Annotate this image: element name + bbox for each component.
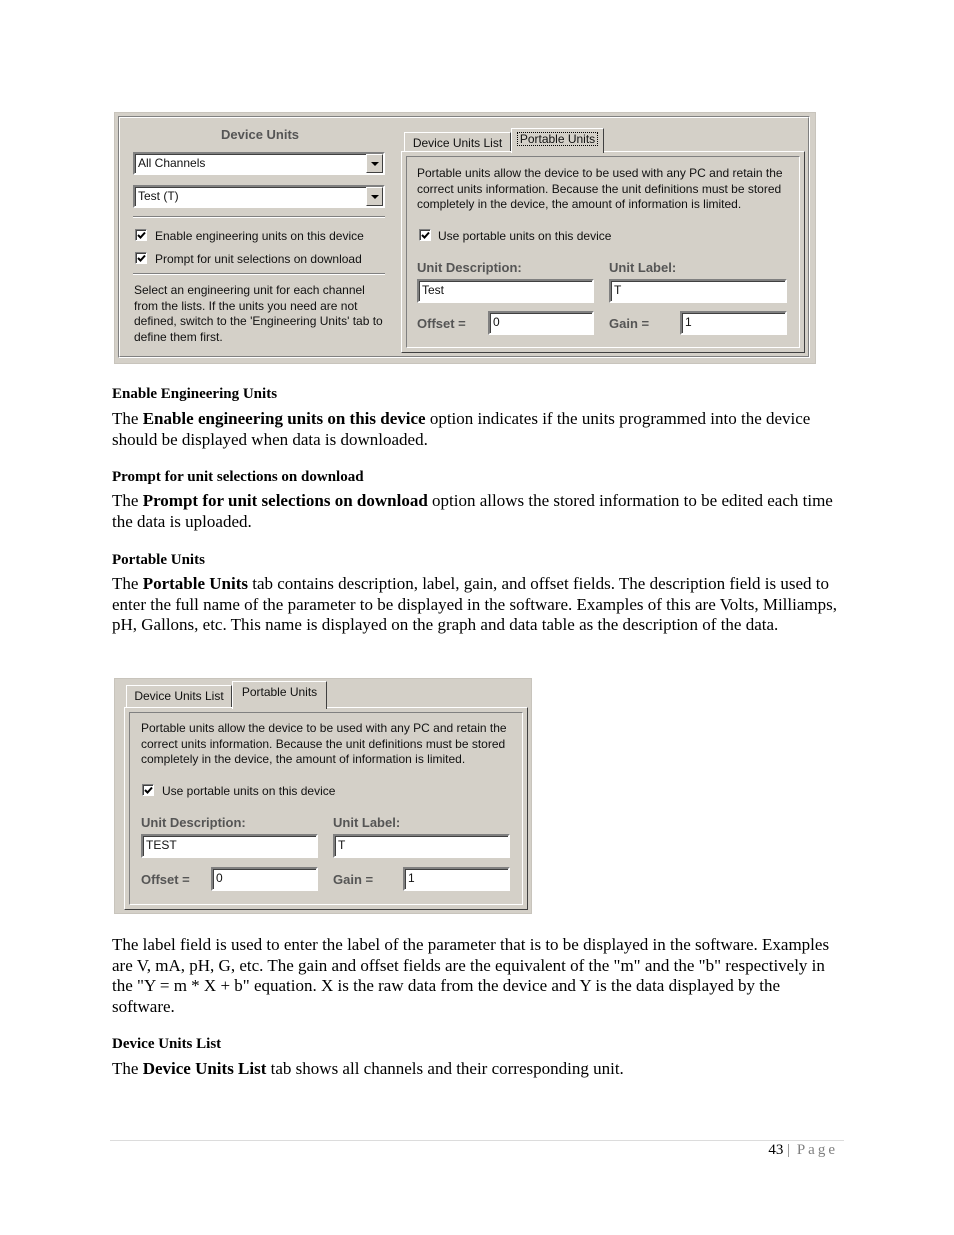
unit-label-input[interactable]: T xyxy=(333,834,510,858)
help-text: Select an engineering unit for each chan… xyxy=(134,283,383,344)
portable-units-screenshot: Device Units List Portable Units Portabl… xyxy=(114,678,532,914)
text: The xyxy=(112,574,143,593)
use-portable-checkbox[interactable] xyxy=(142,784,154,796)
bold-term: Enable engineering units on this device xyxy=(142,409,426,428)
tab-portable-units[interactable]: Portable Units xyxy=(232,681,327,709)
checkmark-icon xyxy=(137,254,146,262)
footer-separator: | xyxy=(787,1142,794,1158)
prompt-units-label[interactable]: Prompt for unit selections on download xyxy=(155,252,362,266)
tab-portable-units[interactable]: Portable Units xyxy=(511,128,604,153)
use-portable-label[interactable]: Use portable units on this device xyxy=(438,229,611,243)
tab-device-units-list[interactable]: Device Units List xyxy=(404,132,511,152)
offset-input[interactable]: 0 xyxy=(211,867,318,891)
gain-label: Gain = xyxy=(333,872,374,887)
checkmark-icon xyxy=(137,231,146,239)
heading-device-units-list: Device Units List xyxy=(112,1036,222,1052)
unit-description-input[interactable]: Test xyxy=(417,279,594,303)
bold-term: Device Units List xyxy=(142,1059,267,1078)
device-units-screenshot: Device Units All Channels Test (T) Enabl… xyxy=(114,112,816,364)
tab-label: Portable Units xyxy=(241,685,318,699)
page-footer: 43 | Page xyxy=(768,1142,838,1159)
offset-label: Offset = xyxy=(141,872,190,887)
offset-label: Offset = xyxy=(417,316,466,331)
portable-units-panel: Portable units allow the device to be us… xyxy=(124,707,528,910)
gain-input[interactable]: 1 xyxy=(680,311,787,335)
use-portable-checkbox[interactable] xyxy=(419,229,431,241)
unit-select[interactable]: Test (T) xyxy=(133,185,385,208)
unit-description-input[interactable]: TEST xyxy=(141,834,318,858)
tab-device-units-list[interactable]: Device Units List xyxy=(126,685,232,707)
tab-label: Device Units List xyxy=(412,136,503,150)
text: The xyxy=(112,491,143,510)
channel-select[interactable]: All Channels xyxy=(133,152,385,175)
chevron-down-icon xyxy=(370,161,379,166)
page-word: Page xyxy=(796,1142,838,1158)
unit-select-dropdown-button[interactable] xyxy=(366,187,383,206)
enable-units-label[interactable]: Enable engineering units on this device xyxy=(155,229,364,243)
bold-term: Portable Units xyxy=(142,574,248,593)
enable-units-checkbox[interactable] xyxy=(135,229,147,241)
unit-description-label: Unit Description: xyxy=(141,815,246,830)
text: tab shows all channels and their corresp… xyxy=(266,1059,624,1078)
paragraph-label-field: The label field is used to enter the lab… xyxy=(112,935,830,1016)
unit-select-value: Test (T) xyxy=(138,189,179,203)
portable-description: Portable units allow the device to be us… xyxy=(417,166,783,211)
tab-label: Device Units List xyxy=(134,689,224,703)
footer-divider xyxy=(110,1140,844,1141)
paragraph-portable-units: The Portable Units tab contains descript… xyxy=(112,574,847,636)
gain-input[interactable]: 1 xyxy=(403,867,510,891)
portable-units-panel: Portable units allow the device to be us… xyxy=(401,151,805,353)
paragraph-device-units-list: The Device Units List tab shows all chan… xyxy=(112,1059,847,1080)
chevron-down-icon xyxy=(370,194,379,199)
use-portable-label[interactable]: Use portable units on this device xyxy=(162,784,335,798)
unit-label-label: Unit Label: xyxy=(609,260,677,275)
checkmark-icon xyxy=(144,786,153,794)
channel-select-value: All Channels xyxy=(138,156,206,170)
bold-term: Prompt for unit selections on download xyxy=(142,491,428,510)
separator xyxy=(133,273,385,275)
paragraph-prompt-unit-selections: The Prompt for unit selections on downlo… xyxy=(112,491,847,532)
checkmark-icon xyxy=(421,231,430,239)
unit-label-input[interactable]: T xyxy=(609,279,787,303)
prompt-units-checkbox[interactable] xyxy=(135,252,147,264)
portable-description: Portable units allow the device to be us… xyxy=(141,721,507,766)
separator xyxy=(133,216,385,218)
heading-enable-engineering-units: Enable Engineering Units xyxy=(112,386,278,402)
text: The xyxy=(112,409,143,428)
offset-input[interactable]: 0 xyxy=(488,311,594,335)
device-units-title: Device Units xyxy=(221,127,300,142)
paragraph-enable-engineering-units: The Enable engineering units on this dev… xyxy=(112,409,847,450)
page-number: 43 xyxy=(768,1142,784,1158)
gain-label: Gain = xyxy=(609,316,650,331)
heading-portable-units: Portable Units xyxy=(112,552,205,568)
channel-select-dropdown-button[interactable] xyxy=(366,154,383,173)
text: The xyxy=(112,1059,143,1078)
heading-prompt-unit-selections: Prompt for unit selections on download xyxy=(112,469,364,485)
tab-label: Portable Units xyxy=(516,132,599,146)
unit-label-label: Unit Label: xyxy=(333,815,401,830)
unit-description-label: Unit Description: xyxy=(417,260,522,275)
